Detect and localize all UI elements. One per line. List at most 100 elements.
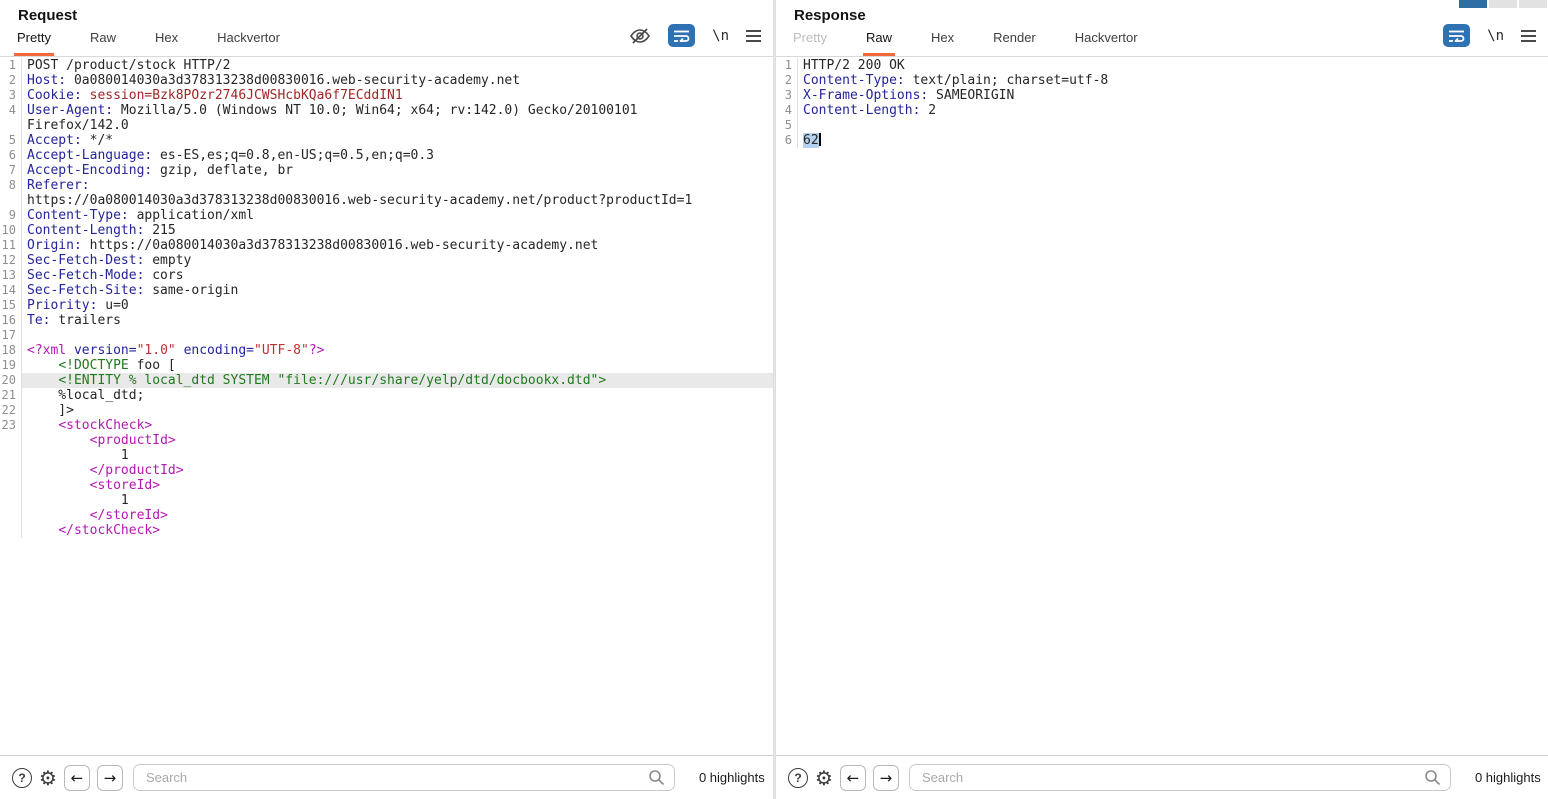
request-panel: Request Pretty Raw Hex Hackvertor \n 1 P… (0, 0, 773, 799)
line-number: 18 (0, 343, 22, 358)
code-line: 19 <!DOCTYPE foo [ (1, 358, 176, 373)
line-number: 15 (0, 298, 22, 313)
code-line: 17 (0, 328, 773, 343)
code-line: Firefox/142.0 (0, 118, 773, 133)
layout-segment[interactable] (1489, 0, 1517, 8)
line-number (0, 118, 22, 133)
code-line: 22 ]> (0, 403, 74, 418)
request-tab-hackvertor[interactable]: Hackvertor (214, 26, 283, 56)
line-number (0, 478, 22, 493)
code-line: 6 62 (776, 133, 1548, 148)
next-match-button[interactable]: → (872, 764, 899, 791)
word-wrap-toggle-icon[interactable] (1443, 24, 1471, 47)
line-number (0, 508, 22, 523)
request-title: Request (18, 7, 78, 24)
line-number: 3 (0, 88, 22, 103)
line-number: 3 (776, 88, 798, 103)
line-number: 1 (776, 58, 798, 73)
line-number (0, 523, 22, 538)
response-highlight-count: 0 highlights (1474, 770, 1541, 785)
hide-content-eye-off-icon[interactable] (629, 27, 651, 45)
code-line: 12 Sec-Fetch-Dest: empty (1, 253, 192, 268)
line-number: 8 (0, 178, 22, 193)
line-number: 4 (0, 103, 22, 118)
code-line: 20 <!ENTITY % local_dtd SYSTEM "file:///… (0, 373, 773, 388)
line-number: 2 (776, 73, 798, 88)
request-search-bar: ? ⚙ ← → 0 highlights (0, 755, 773, 799)
request-tab-hex[interactable]: Hex (152, 26, 181, 56)
response-editor-toolbar: \n (1443, 24, 1536, 47)
response-tab-hackvertor[interactable]: Hackvertor (1072, 26, 1141, 56)
request-tabs: Pretty Raw Hex Hackvertor (14, 26, 283, 56)
editor-menu-icon[interactable] (746, 29, 761, 42)
layout-segment[interactable] (1519, 0, 1547, 8)
line-number (0, 493, 22, 508)
code-line: 8 Referer: (0, 178, 773, 193)
response-header: Response Pretty Raw Hex Render Hackverto… (776, 0, 1548, 57)
previous-match-button[interactable]: ← (63, 764, 90, 791)
response-editor[interactable]: 1 HTTP/2 200 OK 2 Content-Type: text/plain;… (776, 58, 1548, 755)
show-newlines-icon[interactable]: \n (1487, 28, 1504, 44)
code-line: 21 %local_dtd; (0, 388, 145, 403)
show-newlines-icon[interactable]: \n (712, 28, 729, 44)
settings-gear-icon[interactable]: ⚙ (39, 766, 57, 790)
response-tab-raw[interactable]: Raw (862, 26, 895, 56)
response-tab-pretty[interactable]: Pretty (790, 26, 830, 56)
line-number: 20 (0, 373, 22, 388)
response-search-input[interactable] (908, 764, 1451, 791)
code-line: 1 POST /product/stock HTTP/2 (0, 58, 773, 73)
code-line: <storeId> (0, 478, 773, 493)
code-line: 1 HTTP/2 200 OK (776, 58, 1548, 73)
layout-segment[interactable] (1459, 0, 1487, 8)
code-line: <productId> (0, 433, 773, 448)
request-editor[interactable]: 1 POST /product/stock HTTP/2 2 Host: 0a0800… (0, 58, 773, 755)
code-line: 5 (776, 118, 1548, 133)
editor-menu-icon[interactable] (1521, 29, 1536, 42)
word-wrap-toggle-icon[interactable] (668, 24, 696, 47)
line-number: 14 (0, 283, 22, 298)
line-number: 21 (0, 388, 22, 403)
help-icon[interactable]: ? (12, 767, 32, 788)
code-line: 15 Priority: u=0 (0, 298, 129, 313)
request-tab-raw[interactable]: Raw (87, 26, 119, 56)
code-line: 18 <?xml version="1.0" encoding="UTF-8"?> (0, 343, 325, 358)
line-number: 4 (776, 103, 798, 118)
code-line: </storeId> (0, 508, 773, 523)
code-line: </productId> (0, 463, 773, 478)
settings-gear-icon[interactable]: ⚙ (815, 766, 833, 790)
line-number (0, 193, 22, 208)
request-header: Request Pretty Raw Hex Hackvertor \n (0, 0, 773, 57)
previous-match-button[interactable]: ← (839, 764, 866, 791)
next-match-button[interactable]: → (96, 764, 123, 791)
line-number: 5 (0, 133, 22, 148)
code-line: 3 X-Frame-Options: SAMEORIGIN (776, 88, 1548, 103)
code-line: 1 (0, 448, 773, 463)
code-line: 9 Content-Type: application/xml (0, 208, 773, 223)
code-line: 4 Content-Length: 2 (776, 103, 1548, 118)
line-number: 23 (0, 418, 22, 433)
search-icon[interactable] (1424, 769, 1441, 786)
search-icon[interactable] (648, 769, 665, 786)
line-number: 6 (776, 133, 798, 148)
code-line: 1 (0, 493, 773, 508)
response-tab-render[interactable]: Render (990, 26, 1039, 56)
code-line: 11 Origin: https://0a080014030a3d37831323… (1, 238, 599, 253)
code-line: 2 Content-Type: text/plain; charset=utf-8 (776, 73, 1548, 88)
code-line: 5 Accept: */* (0, 133, 773, 148)
request-search-input[interactable] (132, 764, 675, 791)
window-layout-segmented-control (1459, 0, 1547, 8)
code-line: </stockCheck> (0, 523, 773, 538)
line-number: 7 (0, 163, 22, 178)
request-editor-toolbar: \n (629, 24, 761, 47)
response-tabs: Pretty Raw Hex Render Hackvertor (790, 26, 1141, 56)
line-number: 22 (0, 403, 22, 418)
response-tab-hex[interactable]: Hex (928, 26, 957, 56)
code-line: 3 Cookie: session=Bzk8POzr2746JCWSHcbKQa6… (0, 88, 773, 103)
line-number: 13 (0, 268, 22, 283)
response-search-bar: ? ⚙ ← → 0 highlights (776, 755, 1548, 799)
code-line: https://0a080014030a3d378313238d00830016… (0, 193, 773, 208)
line-number: 5 (776, 118, 798, 133)
help-icon[interactable]: ? (788, 767, 808, 788)
request-tab-pretty[interactable]: Pretty (14, 26, 54, 56)
line-number: 6 (0, 148, 22, 163)
